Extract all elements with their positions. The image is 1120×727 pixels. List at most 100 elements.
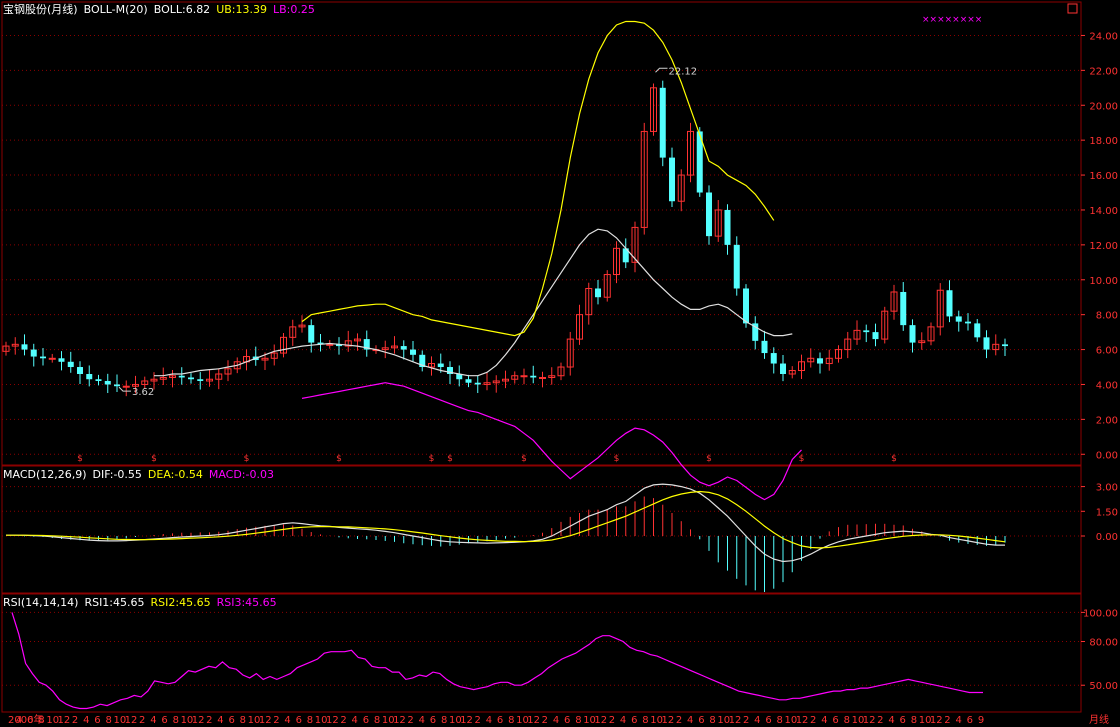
candle-down[interactable] bbox=[863, 330, 870, 333]
candle-down[interactable] bbox=[659, 87, 666, 158]
main-header-item: UB:13.39 bbox=[216, 3, 267, 16]
candle-down[interactable] bbox=[86, 374, 93, 380]
x-axis-label: 2 bbox=[676, 715, 682, 726]
x-axis-label: 12 bbox=[594, 715, 607, 726]
candle-down[interactable] bbox=[733, 244, 740, 289]
candle-down[interactable] bbox=[909, 325, 916, 343]
candle-down[interactable] bbox=[1002, 344, 1008, 347]
candle-down[interactable] bbox=[178, 375, 185, 378]
candle-up[interactable] bbox=[326, 343, 334, 346]
x-axis-label: 8 bbox=[911, 715, 917, 726]
candle-down[interactable] bbox=[724, 209, 731, 245]
x-axis-label: 2 bbox=[542, 715, 548, 726]
candle-down[interactable] bbox=[965, 321, 971, 324]
x-axis-label: 6 bbox=[497, 715, 503, 726]
candle-down[interactable] bbox=[669, 157, 675, 202]
x-axis-label: 4 bbox=[284, 715, 290, 726]
chart-canvas[interactable]: 0.00 2.00 4.00 6.00 8.00 10.00 12.00 14.00 16.00… bbox=[0, 0, 1120, 727]
x-axis-label: 8 bbox=[307, 715, 313, 726]
x-axis-label: 8 bbox=[777, 715, 783, 726]
x-axis-label: 6 bbox=[430, 715, 436, 726]
candle-down[interactable] bbox=[410, 349, 416, 355]
candle-down[interactable] bbox=[743, 288, 749, 324]
main-y-tick-label: 6.00 bbox=[1096, 346, 1118, 357]
main-header-item: 宝钢股份(月线) bbox=[3, 2, 78, 16]
main-y-tick-label: 8.00 bbox=[1096, 311, 1118, 322]
x-axis-label: 2 bbox=[743, 715, 749, 726]
main-y-tick-label: 18.00 bbox=[1089, 136, 1118, 147]
candle-up[interactable] bbox=[539, 376, 546, 379]
candle-down[interactable] bbox=[974, 323, 981, 338]
candle-down[interactable] bbox=[465, 379, 472, 383]
candle-down[interactable] bbox=[114, 384, 120, 387]
candle-down[interactable] bbox=[58, 358, 65, 362]
main-y-tick-label: 24.00 bbox=[1089, 31, 1118, 42]
marker-stars: ×××××××× bbox=[922, 15, 982, 25]
candle-down[interactable] bbox=[21, 344, 28, 350]
high-pointer bbox=[655, 67, 668, 73]
x-axis-label: 8 bbox=[642, 715, 648, 726]
boll-mid-line bbox=[154, 228, 793, 377]
rsi-header-item: RSI(14,14,14) bbox=[3, 596, 78, 609]
rsi-panel-frame bbox=[1, 593, 1082, 713]
candle-up[interactable] bbox=[520, 375, 528, 378]
candle-down[interactable] bbox=[817, 358, 823, 364]
candle-down[interactable] bbox=[530, 375, 537, 378]
x-axis-label: 2 bbox=[273, 715, 279, 726]
candle-down[interactable] bbox=[595, 288, 601, 298]
candle-down[interactable] bbox=[955, 316, 962, 322]
candle-down[interactable] bbox=[872, 332, 879, 340]
candle-down[interactable] bbox=[983, 337, 990, 350]
boll-upper-line bbox=[301, 20, 775, 337]
candle-up[interactable] bbox=[48, 357, 56, 360]
x-axis-label: 4 bbox=[553, 715, 559, 726]
x-axis-label: 12 bbox=[527, 715, 540, 726]
stock-chart-window: 0.00 2.00 4.00 6.00 8.00 10.00 12.00 14.00 16.00… bbox=[0, 0, 1120, 727]
main-y-tick-label: 20.00 bbox=[1089, 101, 1118, 112]
x-axis-label: 12 bbox=[393, 715, 406, 726]
candle-down[interactable] bbox=[946, 290, 953, 317]
candle-up[interactable] bbox=[122, 385, 130, 388]
macd-dif-line bbox=[6, 483, 1005, 563]
candle-down[interactable] bbox=[197, 379, 204, 381]
candle-down[interactable] bbox=[437, 363, 444, 368]
window-corner-box[interactable] bbox=[1067, 3, 1078, 14]
dividend-mark: $ bbox=[77, 454, 83, 464]
x-axis-label: 8 bbox=[105, 715, 111, 726]
x-axis-label: 8 bbox=[240, 715, 246, 726]
candle-down[interactable] bbox=[770, 353, 777, 364]
x-axis-label: 12 bbox=[863, 715, 876, 726]
candle-down[interactable] bbox=[188, 377, 194, 380]
macd-panel-frame bbox=[1, 465, 1082, 594]
candle-down[interactable] bbox=[474, 382, 481, 385]
x-axis-label: 2 bbox=[810, 715, 816, 726]
x-axis-label: 6 bbox=[967, 715, 973, 726]
x-axis-label: 12 bbox=[729, 715, 742, 726]
candle-down[interactable] bbox=[95, 379, 102, 381]
macd-y-tick-label: 1.50 bbox=[1096, 507, 1118, 518]
candle-down[interactable] bbox=[104, 380, 111, 385]
candle-down[interactable] bbox=[30, 349, 37, 357]
x-axis-label: 4 bbox=[888, 715, 894, 726]
candle-down[interactable] bbox=[761, 340, 768, 354]
candle-down[interactable] bbox=[67, 361, 74, 368]
x-axis-label: 6 bbox=[363, 715, 369, 726]
x-axis-label: 4 bbox=[83, 715, 89, 726]
candle-down[interactable] bbox=[77, 367, 83, 374]
x-axis-label: 12 bbox=[326, 715, 339, 726]
candle-down[interactable] bbox=[400, 346, 407, 350]
candle-down[interactable] bbox=[900, 291, 907, 326]
x-axis-label: 4 bbox=[217, 715, 223, 726]
main-header-item: BOLL:6.82 bbox=[154, 3, 210, 16]
x-axis-label: 2 bbox=[944, 715, 950, 726]
candle-down[interactable] bbox=[40, 356, 46, 359]
candle-down[interactable] bbox=[706, 192, 712, 237]
x-axis-label: 12 bbox=[259, 715, 272, 726]
candle-down[interactable] bbox=[308, 325, 315, 343]
dividend-mark: $ bbox=[891, 454, 897, 464]
candle-down[interactable] bbox=[780, 363, 786, 374]
main-y-tick-label: 14.00 bbox=[1089, 206, 1118, 217]
dividend-mark: $ bbox=[429, 454, 435, 464]
x-axis-label: 6 bbox=[832, 715, 838, 726]
main-y-tick-label: 2.00 bbox=[1096, 415, 1118, 426]
